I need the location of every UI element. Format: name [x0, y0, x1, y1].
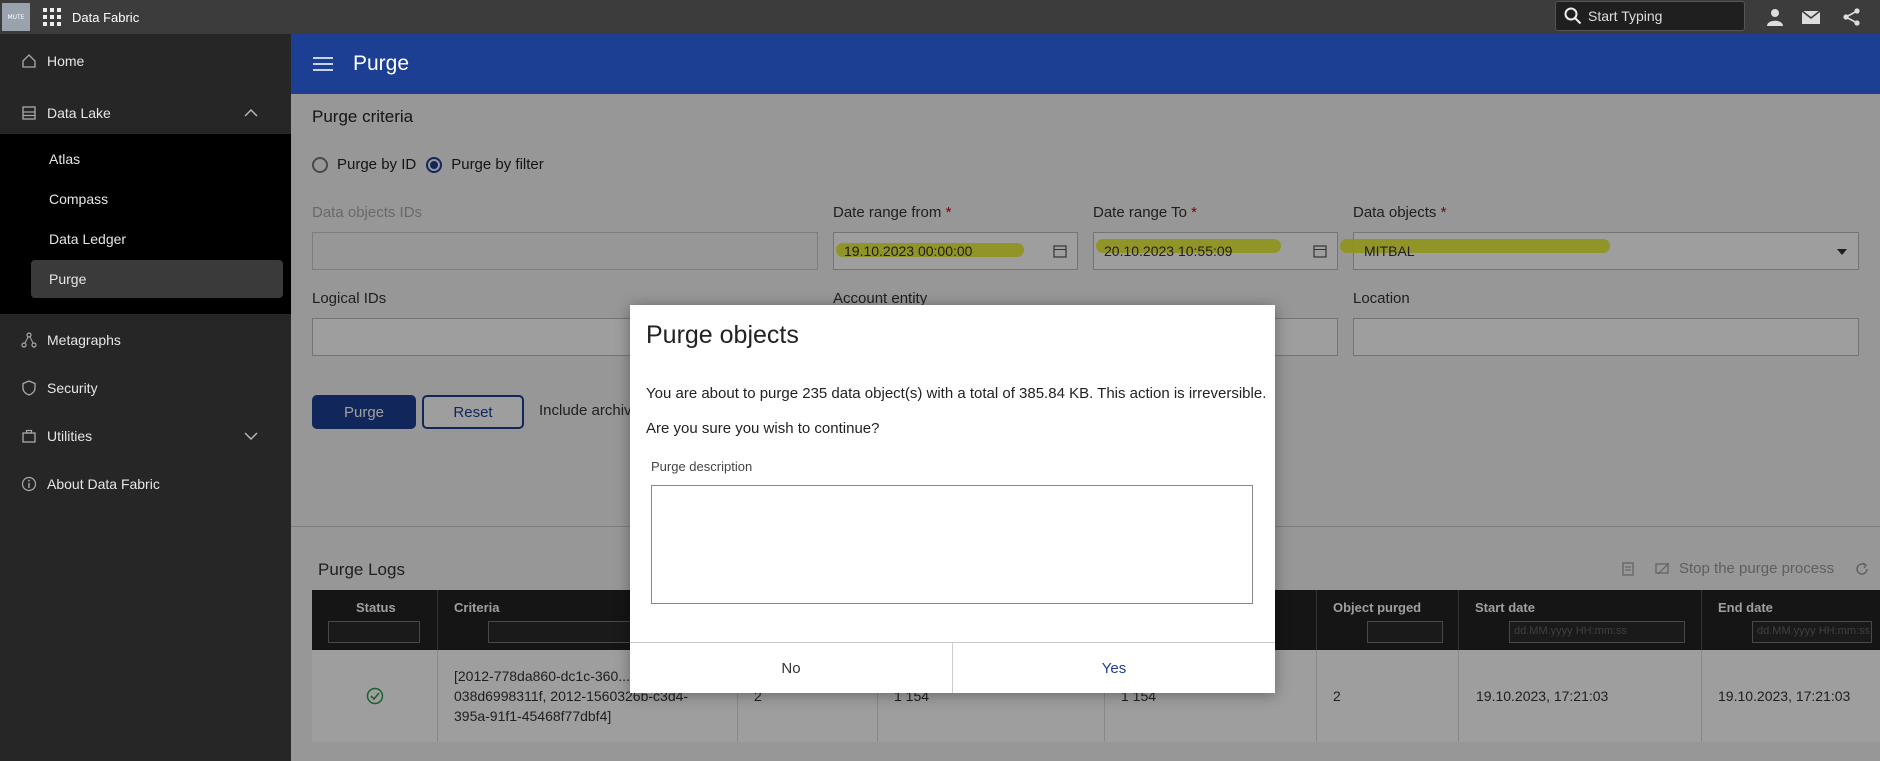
dialog-title: Purge objects [646, 321, 799, 349]
sidebar-subitem-data-ledger[interactable]: Data Ledger [31, 220, 283, 258]
apps-grid-icon[interactable] [42, 7, 62, 27]
metagraphs-icon [21, 332, 37, 348]
hamburger-menu-icon[interactable] [313, 53, 333, 75]
dialog-question: Are you sure you wish to continue? [646, 420, 880, 437]
sidebar-item-home[interactable]: Home [0, 41, 291, 81]
chevron-up-icon[interactable] [243, 105, 259, 121]
sidebar-subitem-atlas[interactable]: Atlas [31, 140, 283, 178]
sidebar-item-label: About Data Fabric [47, 476, 160, 492]
search-icon [1564, 7, 1582, 25]
sidebar-item-label: Metagraphs [47, 332, 121, 348]
sidebar-item-data-lake[interactable]: Data Lake [0, 93, 291, 133]
utilities-icon [22, 429, 36, 443]
data-lake-submenu: Atlas Compass Data Ledger Purge [0, 134, 291, 314]
user-icon[interactable] [1765, 7, 1785, 27]
sidebar-item-label: Data Lake [47, 105, 111, 121]
page-title: Purge [353, 52, 410, 75]
logo-text: MUTE [7, 13, 25, 21]
yes-button[interactable]: Yes [953, 643, 1275, 693]
sidebar-item-security[interactable]: Security [0, 368, 291, 408]
company-logo[interactable]: MUTE [2, 3, 30, 31]
top-bar: MUTE Data Fabric [0, 0, 1880, 34]
sidebar-item-metagraphs[interactable]: Metagraphs [0, 320, 291, 360]
no-button[interactable]: No [630, 643, 953, 693]
purge-description-textarea[interactable] [651, 485, 1253, 604]
home-icon [22, 54, 36, 68]
sidebar-item-label: Utilities [47, 428, 93, 444]
sidebar: Home Data Lake Atlas Compass Data Ledger… [0, 34, 291, 761]
chevron-down-icon[interactable] [243, 428, 259, 444]
purge-confirm-dialog: Purge objects You are about to purge 235… [630, 305, 1275, 693]
global-search[interactable] [1555, 1, 1745, 31]
app-title: Data Fabric [72, 9, 140, 25]
search-input[interactable] [1588, 8, 1738, 24]
data-lake-icon [22, 106, 36, 120]
sidebar-item-label: Home [47, 53, 85, 69]
page-header: Purge [291, 34, 1880, 94]
mail-icon[interactable] [1801, 7, 1821, 27]
info-icon [21, 476, 37, 492]
sidebar-item-utilities[interactable]: Utilities [0, 416, 291, 456]
sidebar-item-about[interactable]: About Data Fabric [0, 464, 291, 504]
shield-icon [22, 380, 36, 396]
share-icon[interactable] [1842, 7, 1862, 27]
purge-description-label: Purge description [651, 459, 753, 474]
sidebar-subitem-purge[interactable]: Purge [31, 260, 283, 298]
sidebar-item-label: Security [47, 380, 98, 396]
dialog-message: You are about to purge 235 data object(s… [646, 385, 1267, 402]
dialog-footer: No Yes [630, 642, 1275, 693]
sidebar-subitem-compass[interactable]: Compass [31, 180, 283, 218]
